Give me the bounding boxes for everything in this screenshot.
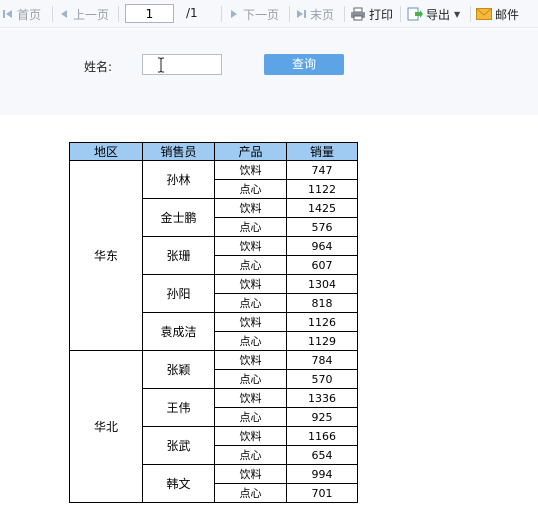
sales-report-table: 地区 销售员 产品 销量 华东 孙林 饮料 747 点心 1122 金士鹏 饮料 1425 点心 5… [69,142,358,503]
product-cell: 点心 [214,331,287,351]
quantity-cell: 607 [286,255,358,275]
last-page-button[interactable]: 末页 [295,5,334,23]
quantity-cell: 1122 [286,179,358,199]
header-seller: 销售员 [142,142,215,161]
printer-icon [350,7,366,21]
page-total: /1 [186,6,198,20]
quantity-cell: 994 [286,464,358,484]
print-label: 打印 [369,7,394,22]
product-cell: 点心 [214,255,287,275]
quantity-cell: 1425 [286,198,358,218]
seller-cell: 张颖 [142,350,215,389]
quantity-cell: 818 [286,293,358,313]
next-page-button[interactable]: 下一页 [228,5,279,23]
quantity-cell: 654 [286,445,358,465]
quantity-cell: 570 [286,369,358,389]
chevron-down-icon: ▼ [454,9,461,19]
seller-cell: 孙林 [142,160,215,199]
product-cell: 点心 [214,407,287,427]
quantity-cell: 1166 [286,426,358,446]
export-button[interactable]: 导出 ▼ [407,5,460,23]
name-label: 姓名: [84,60,113,74]
first-page-label: 首页 [17,7,42,22]
mail-label: 邮件 [495,7,520,22]
prev-page-icon [58,8,70,20]
product-cell: 点心 [214,217,287,237]
product-cell: 点心 [214,179,287,199]
table-row: 华北 张颖 饮料 784 [69,350,358,503]
seller-cell: 孙阳 [142,274,215,313]
quantity-cell: 1126 [286,312,358,332]
toolbar-divider [289,6,290,22]
print-button[interactable]: 打印 [350,5,393,23]
table-header-row: 地区 销售员 产品 销量 [69,142,358,161]
export-label: 导出 [426,7,451,22]
export-icon [407,7,423,21]
toolbar-divider [344,6,345,22]
first-page-icon [2,8,14,20]
mail-icon [476,8,492,20]
toolbar-divider [221,6,222,22]
prev-page-button[interactable]: 上一页 [58,5,109,23]
region-cell: 华北 [69,350,143,503]
report-toolbar: 首页 上一页 /1 下一页 末页 打印 导出 ▼ [0,0,538,28]
first-page-button[interactable]: 首页 [2,5,41,23]
product-cell: 饮料 [214,350,287,370]
page-number-input[interactable] [125,4,174,23]
product-cell: 饮料 [214,312,287,332]
name-input[interactable] [142,54,222,75]
product-cell: 点心 [214,293,287,313]
seller-cell: 王伟 [142,388,215,427]
header-product: 产品 [214,142,287,161]
toolbar-divider [470,6,471,22]
last-page-label: 末页 [310,7,335,22]
prev-page-label: 上一页 [73,7,110,22]
table-row: 华东 孙林 饮料 747 [69,160,358,351]
product-cell: 饮料 [214,274,287,294]
toolbar-divider [52,6,53,22]
next-page-label: 下一页 [243,7,280,22]
quantity-cell: 964 [286,236,358,256]
seller-cell: 金士鹏 [142,198,215,237]
product-cell: 饮料 [214,426,287,446]
header-region: 地区 [69,142,143,161]
quantity-cell: 747 [286,160,358,180]
quantity-cell: 925 [286,407,358,427]
next-page-icon [228,8,240,20]
mail-button[interactable]: 邮件 [476,5,519,23]
toolbar-divider [400,6,401,22]
text-cursor-icon [157,57,165,73]
quantity-cell: 1129 [286,331,358,351]
toolbar-divider [118,6,119,22]
product-cell: 饮料 [214,464,287,484]
query-panel: 姓名: 查询 [0,29,538,115]
quantity-cell: 701 [286,483,358,503]
seller-cell: 韩文 [142,464,215,503]
header-quantity: 销量 [286,142,358,161]
seller-cell: 张珊 [142,236,215,275]
seller-cell: 袁成洁 [142,312,215,351]
query-button[interactable]: 查询 [264,54,344,75]
quantity-cell: 1336 [286,388,358,408]
seller-cell: 张武 [142,426,215,465]
quantity-cell: 1304 [286,274,358,294]
quantity-cell: 784 [286,350,358,370]
product-cell: 饮料 [214,160,287,180]
product-cell: 点心 [214,445,287,465]
product-cell: 饮料 [214,198,287,218]
product-cell: 点心 [214,369,287,389]
quantity-cell: 576 [286,217,358,237]
product-cell: 点心 [214,483,287,503]
region-cell: 华东 [69,160,143,351]
product-cell: 饮料 [214,236,287,256]
product-cell: 饮料 [214,388,287,408]
last-page-icon [295,8,307,20]
